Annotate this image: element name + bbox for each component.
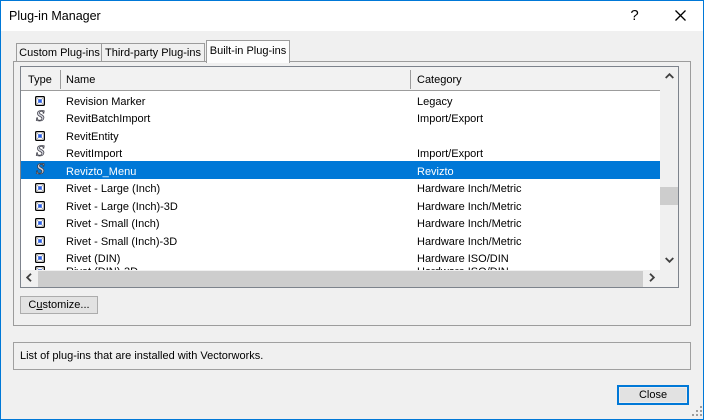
svg-text:?: ? bbox=[630, 7, 638, 23]
